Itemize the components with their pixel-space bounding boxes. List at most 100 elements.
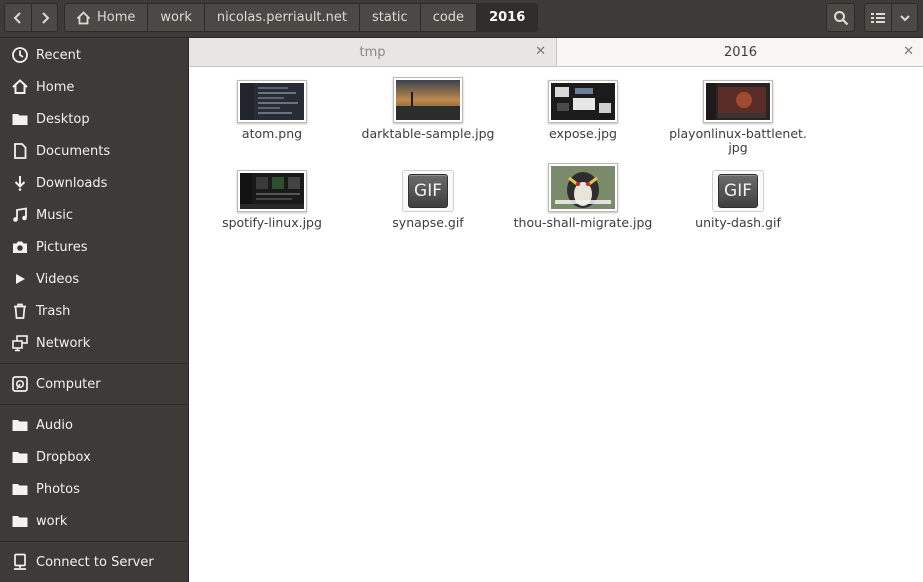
tab-bar: tmp ✕ 2016 ✕: [189, 38, 923, 67]
sidebar-item-label: Documents: [36, 143, 111, 159]
forward-button[interactable]: [31, 3, 58, 32]
file-thumbnail: GIF: [402, 170, 454, 212]
tab-tmp[interactable]: tmp ✕: [189, 38, 557, 66]
file-item-playonlinux-battlenet[interactable]: playonlinux-battlenet. jpg: [663, 80, 813, 155]
tab-label: tmp: [359, 44, 386, 60]
breadcrumb-label: work: [160, 10, 192, 25]
sidebar-item-dropbox[interactable]: Dropbox: [0, 441, 187, 473]
file-item-atom[interactable]: atom.png: [197, 80, 347, 141]
breadcrumb-label: code: [432, 10, 465, 25]
sidebar-separator: [0, 541, 187, 542]
file-item-spotify-linux[interactable]: spotify-linux.jpg: [197, 170, 347, 230]
chevron-down-icon: [899, 14, 910, 21]
file-item-unity-dash[interactable]: GIF unity-dash.gif: [663, 170, 813, 230]
file-name: spotify-linux.jpg: [222, 215, 322, 230]
video-icon: [16, 274, 25, 284]
sidebar-item-desktop[interactable]: Desktop: [0, 103, 187, 135]
search-icon: [833, 10, 848, 25]
back-button[interactable]: [4, 3, 31, 32]
image-thumbnail-icon: [240, 83, 304, 120]
breadcrumb: Home work nicolas.perriault.net static c…: [64, 3, 539, 32]
view-menu-button[interactable]: [891, 3, 918, 32]
sidebar-item-label: work: [36, 513, 68, 529]
file-name: synapse.gif: [392, 215, 464, 230]
image-thumbnail-icon: [396, 80, 460, 120]
sidebar-item-label: Desktop: [36, 111, 90, 127]
folder-icon: [12, 420, 28, 431]
network-icon: [12, 335, 28, 352]
sidebar-item-label: Pictures: [36, 239, 88, 255]
sidebar-item-computer[interactable]: Computer: [0, 368, 187, 400]
list-view-button[interactable]: [864, 3, 891, 32]
folder-icon: [12, 114, 28, 125]
sidebar-item-audio[interactable]: Audio: [0, 409, 187, 441]
sidebar-item-trash[interactable]: Trash: [0, 295, 187, 327]
gif-icon: GIF: [718, 174, 758, 208]
sidebar-item-network[interactable]: Network: [0, 327, 187, 359]
sidebar-item-label: Network: [36, 335, 91, 351]
file-item-expose[interactable]: expose.jpg: [508, 80, 658, 141]
search-button[interactable]: [826, 3, 855, 32]
breadcrumb-label: static: [372, 10, 408, 25]
computer-icon: [12, 376, 28, 392]
sidebar-separator: [0, 363, 187, 364]
sidebar-item-home[interactable]: Home: [0, 71, 187, 103]
sidebar-item-videos[interactable]: Videos: [0, 263, 187, 295]
breadcrumb-static[interactable]: static: [359, 3, 420, 32]
gif-badge: GIF: [414, 181, 442, 201]
breadcrumb-nicolas-perriault-net[interactable]: nicolas.perriault.net: [203, 3, 359, 32]
sidebar-item-documents[interactable]: Documents: [0, 135, 187, 167]
sidebar-item-music[interactable]: Music: [0, 199, 187, 231]
gif-badge: GIF: [724, 181, 752, 201]
file-thumbnail: [703, 80, 773, 123]
breadcrumb-home[interactable]: Home: [64, 3, 148, 32]
sidebar-item-downloads[interactable]: Downloads: [0, 167, 187, 199]
breadcrumb-label: 2016: [489, 10, 526, 25]
file-item-darktable-sample[interactable]: darktable-sample.jpg: [353, 77, 503, 141]
sidebar-item-label: Computer: [36, 376, 101, 392]
close-icon[interactable]: ✕: [535, 44, 546, 59]
sidebar-item-label: Audio: [36, 417, 73, 433]
sidebar: Recent Home Desktop Documents Downloads …: [0, 38, 187, 582]
file-item-thou-shall-migrate[interactable]: thou-shall-migrate.jpg: [508, 163, 658, 230]
file-name: atom.png: [241, 126, 303, 141]
tab-2016[interactable]: 2016 ✕: [557, 38, 923, 66]
home-icon: [12, 79, 28, 94]
file-thumbnail: [548, 163, 618, 212]
file-name: playonlinux-battlenet. jpg: [669, 126, 807, 155]
chevron-right-icon: [41, 11, 49, 24]
server-icon: [14, 553, 26, 570]
header-bar: Home work nicolas.perriault.net static c…: [0, 0, 923, 38]
navigation-buttons: [4, 3, 58, 32]
breadcrumb-work[interactable]: work: [147, 3, 204, 32]
breadcrumb-code[interactable]: code: [419, 3, 477, 32]
sidebar-item-label: Music: [36, 207, 73, 223]
sidebar-item-label: Videos: [36, 271, 80, 287]
sidebar-item-work[interactable]: work: [0, 505, 187, 537]
chevron-left-icon: [13, 11, 21, 24]
image-thumbnail-icon: [706, 83, 770, 120]
recent-icon: [12, 47, 28, 63]
image-thumbnail-icon: [240, 173, 304, 209]
sidebar-item-label: Recent: [36, 47, 81, 63]
file-thumbnail: [548, 80, 618, 123]
sidebar-item-label: Photos: [36, 481, 80, 497]
sidebar-item-pictures[interactable]: Pictures: [0, 231, 187, 263]
sidebar-item-label: Downloads: [36, 175, 108, 191]
sidebar-item-photos[interactable]: Photos: [0, 473, 187, 505]
image-thumbnail-icon: [551, 83, 615, 120]
view-buttons: [864, 3, 918, 32]
download-icon: [14, 176, 26, 191]
close-icon[interactable]: ✕: [903, 44, 914, 59]
folder-icon: [12, 484, 28, 495]
sidebar-item-recent[interactable]: Recent: [0, 39, 187, 71]
sidebar-item-connect-to-server[interactable]: Connect to Server: [0, 546, 187, 578]
file-thumbnail: [237, 170, 307, 212]
file-item-synapse[interactable]: GIF synapse.gif: [353, 170, 503, 230]
sidebar-separator: [0, 404, 187, 405]
image-thumbnail-icon: [551, 166, 615, 209]
breadcrumb-2016[interactable]: 2016: [476, 3, 539, 32]
search-button-group: [826, 3, 855, 32]
folder-icon: [12, 452, 28, 463]
tab-label: 2016: [723, 44, 758, 60]
